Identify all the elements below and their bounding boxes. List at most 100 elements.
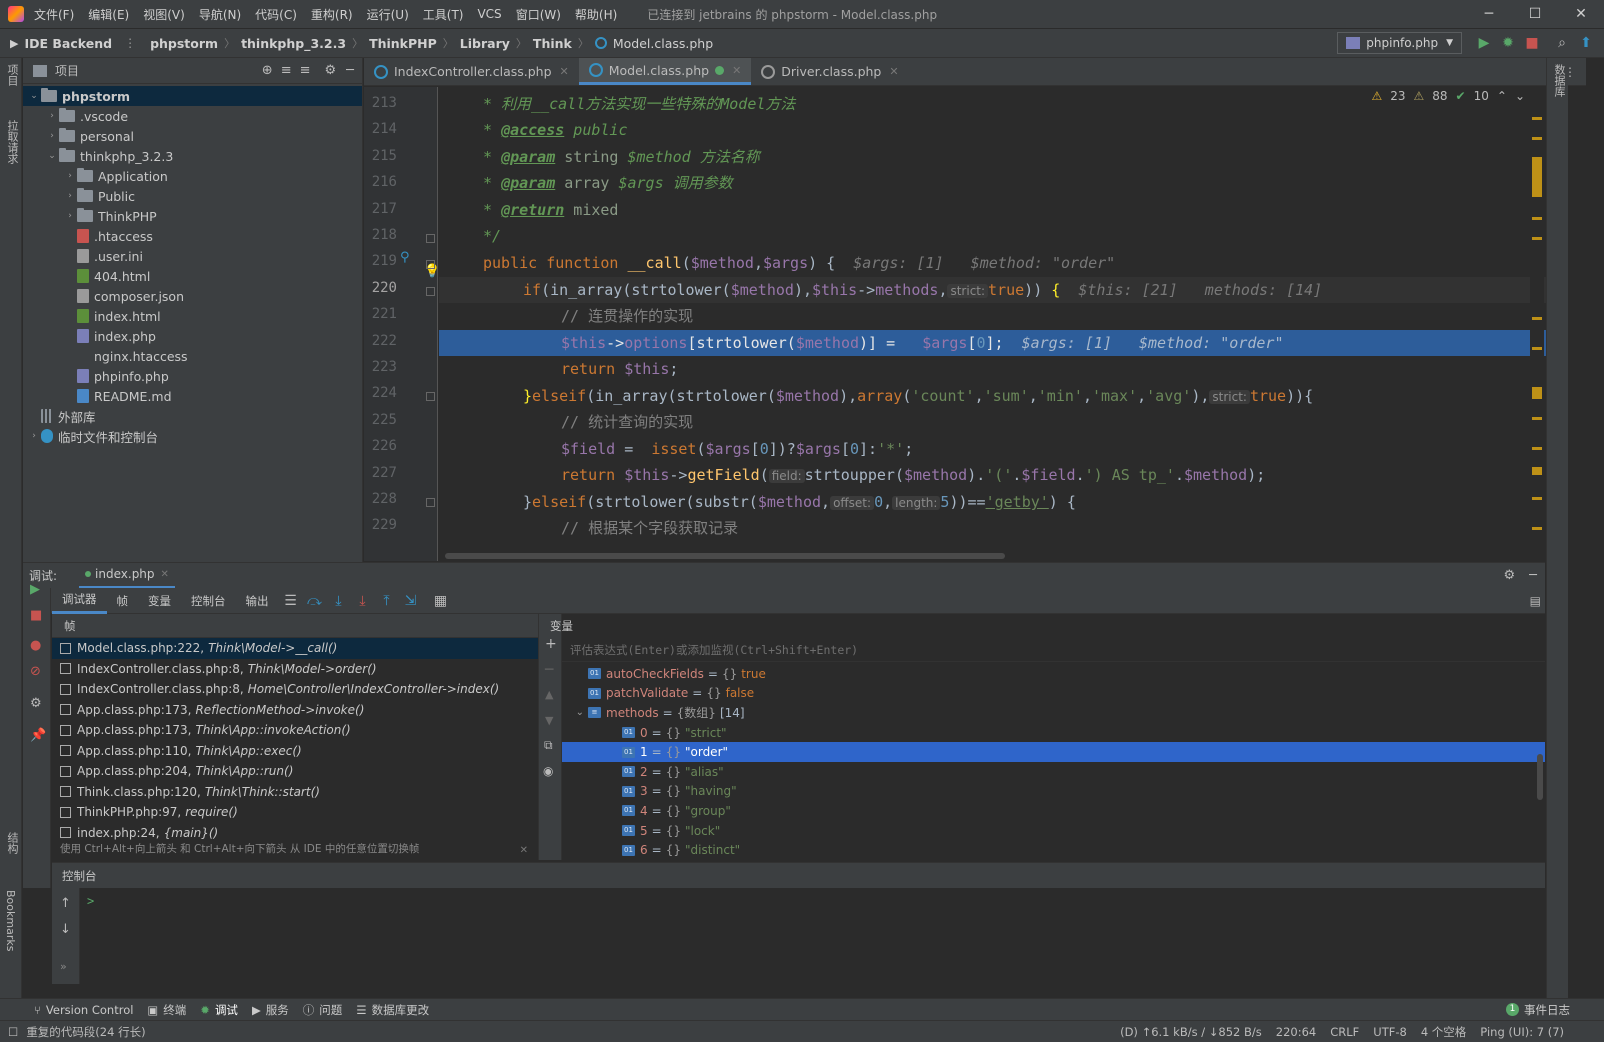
tree-item[interactable]: README.md: [23, 386, 362, 406]
menu-file[interactable]: 文件(F): [34, 6, 74, 23]
variable-row[interactable]: 01 1 ={} "order": [562, 742, 1545, 762]
variable-row[interactable]: 01 4 ={} "group": [562, 801, 1545, 821]
tree-item[interactable]: ⌄ thinkphp_3.2.3: [23, 146, 362, 166]
project-panel-title[interactable]: 项目: [55, 62, 79, 79]
fold-icon[interactable]: [426, 260, 435, 270]
menu-icon[interactable]: ☰: [279, 593, 303, 609]
stripe-mark[interactable]: [1532, 237, 1542, 240]
status-message[interactable]: 重复的代码段(24 行长): [26, 1024, 145, 1040]
chevron-up-icon[interactable]: ⌃: [1497, 89, 1507, 103]
toolwindow-db-changes[interactable]: ☰ 数据库更改: [356, 1002, 429, 1018]
update-icon[interactable]: ⬆: [1574, 35, 1598, 51]
tab-frames[interactable]: 帧: [107, 588, 139, 614]
toolwindow-services[interactable]: ▶ 服务: [252, 1002, 289, 1018]
add-watch-icon[interactable]: +: [545, 636, 557, 652]
fold-icon[interactable]: [426, 498, 435, 507]
line-number[interactable]: 213: [372, 95, 397, 111]
move-up-icon[interactable]: ▲: [545, 688, 553, 701]
close-icon[interactable]: ✕: [732, 64, 741, 77]
debug-icon[interactable]: ✹: [1496, 35, 1520, 51]
tree-item[interactable]: phpinfo.php: [23, 366, 362, 386]
bookmarks-tool-button[interactable]: Bookmarks: [4, 890, 17, 951]
project-tool-button[interactable]: 项目: [4, 64, 20, 86]
ide-backend-label[interactable]: IDE Backend: [24, 36, 112, 51]
line-number[interactable]: 215: [372, 148, 397, 164]
tree-item[interactable]: 404.html: [23, 266, 362, 286]
event-log-button[interactable]: 1 事件日志: [1506, 1002, 1570, 1018]
stripe-mark[interactable]: [1532, 527, 1542, 530]
tree-item[interactable]: › .vscode: [23, 106, 362, 126]
toolwindow-terminal[interactable]: ▣ 终端: [147, 1002, 186, 1018]
fold-icon[interactable]: [426, 392, 435, 402]
menu-window[interactable]: 窗口(W): [516, 6, 561, 23]
evaluate-expression-input[interactable]: 评估表达式(Enter)或添加监视(Ctrl+Shift+Enter): [562, 638, 1545, 662]
database-tool-button[interactable]: 数据库: [1551, 64, 1567, 97]
chevron-right-icon[interactable]: ›: [45, 111, 59, 121]
remove-watch-icon[interactable]: ─: [545, 662, 553, 678]
locate-icon[interactable]: ⊕: [262, 63, 273, 78]
chevron-down-icon[interactable]: ⌄: [1515, 89, 1525, 103]
console-output[interactable]: >: [81, 888, 1545, 984]
frame-row[interactable]: ThinkPHP.php:97, require(): [52, 802, 538, 823]
tree-item[interactable]: nginx.htaccess: [23, 346, 362, 366]
tab-driver-class[interactable]: Driver.class.php ✕: [751, 58, 908, 85]
tree-item[interactable]: › Public: [23, 186, 362, 206]
chevron-right-icon[interactable]: ›: [63, 171, 77, 181]
tree-item[interactable]: composer.json: [23, 286, 362, 306]
more-icon[interactable]: »: [60, 960, 67, 973]
frame-row[interactable]: IndexController.class.php:8, Home\Control…: [52, 679, 538, 700]
debug-session-tab[interactable]: index.php ✕: [79, 563, 175, 589]
minimize-icon[interactable]: ─: [1466, 6, 1512, 22]
collapse-all-icon[interactable]: ≡: [300, 63, 311, 78]
line-number[interactable]: 216: [372, 174, 397, 190]
code-editor[interactable]: * 利用__call方法实现一些特殊的Model方法 * @access pub…: [439, 87, 1549, 561]
breadcrumb-model-class[interactable]: Model.class.php: [613, 36, 713, 51]
fold-icon[interactable]: [426, 286, 435, 296]
chevron-right-icon[interactable]: ›: [63, 211, 77, 221]
line-number[interactable]: 227: [372, 465, 397, 481]
line-number[interactable]: 219: [372, 253, 397, 269]
tree-item[interactable]: ⌄ phpstorm: [23, 86, 362, 106]
breadcrumb-library[interactable]: Library: [460, 36, 510, 51]
tree-item[interactable]: .user.ini: [23, 246, 362, 266]
variable-row[interactable]: 01 autoCheckFields ={} true: [562, 664, 1545, 684]
inspection-widget[interactable]: ⚠ 23 ⚠ 88 ✔ 10 ⌃ ⌄: [1371, 89, 1525, 103]
gear-icon[interactable]: ⚙: [325, 63, 337, 78]
stripe-mark[interactable]: [1532, 417, 1542, 420]
tree-item[interactable]: index.php: [23, 326, 362, 346]
line-number[interactable]: 221: [372, 306, 397, 322]
chevron-right-icon[interactable]: ›: [27, 431, 41, 441]
frame-row[interactable]: Model.class.php:222, Think\Model->__call(…: [52, 638, 538, 659]
tree-item[interactable]: index.html: [23, 306, 362, 326]
frame-row[interactable]: App.class.php:110, Think\App::exec(): [52, 741, 538, 762]
variable-row[interactable]: 01 0 ={} "strict": [562, 723, 1545, 743]
breadcrumb-phpstorm[interactable]: phpstorm: [150, 36, 218, 51]
hide-icon[interactable]: ─: [1529, 568, 1537, 583]
step-into-icon[interactable]: ⤓: [327, 593, 351, 609]
close-icon[interactable]: ✕: [1558, 6, 1604, 22]
frame-row[interactable]: App.class.php:173, ReflectionMethod->invo…: [52, 700, 538, 721]
close-icon[interactable]: ✕: [161, 569, 169, 580]
arrow-down-icon[interactable]: ↓: [60, 922, 71, 937]
line-number[interactable]: 225: [372, 412, 397, 428]
line-number[interactable]: 214: [372, 121, 397, 137]
frame-row[interactable]: IndexController.class.php:8, Think\Model-…: [52, 659, 538, 680]
line-separator[interactable]: CRLF: [1330, 1025, 1359, 1039]
line-number[interactable]: 228: [372, 491, 397, 507]
breadcrumb-think[interactable]: Think: [533, 36, 572, 51]
layout-icon[interactable]: ▤: [1530, 594, 1541, 608]
pin-icon[interactable]: 📌: [30, 728, 46, 743]
tab-output[interactable]: 输出: [236, 588, 279, 614]
caret-position[interactable]: 220:64: [1276, 1025, 1316, 1039]
stripe-mark[interactable]: [1532, 117, 1542, 120]
resume-icon[interactable]: ▶: [30, 582, 40, 597]
close-icon[interactable]: ✕: [520, 845, 528, 856]
stop-icon[interactable]: ■: [30, 608, 42, 623]
stripe-mark[interactable]: [1532, 347, 1542, 350]
toolwindow-version-control[interactable]: ⑂ Version Control: [34, 1003, 133, 1017]
close-icon[interactable]: ✕: [889, 65, 898, 78]
menu-vcs[interactable]: VCS: [477, 7, 501, 21]
expand-all-icon[interactable]: ≡: [281, 63, 292, 78]
hide-icon[interactable]: ─: [346, 63, 354, 78]
stripe-mark[interactable]: [1532, 317, 1542, 320]
